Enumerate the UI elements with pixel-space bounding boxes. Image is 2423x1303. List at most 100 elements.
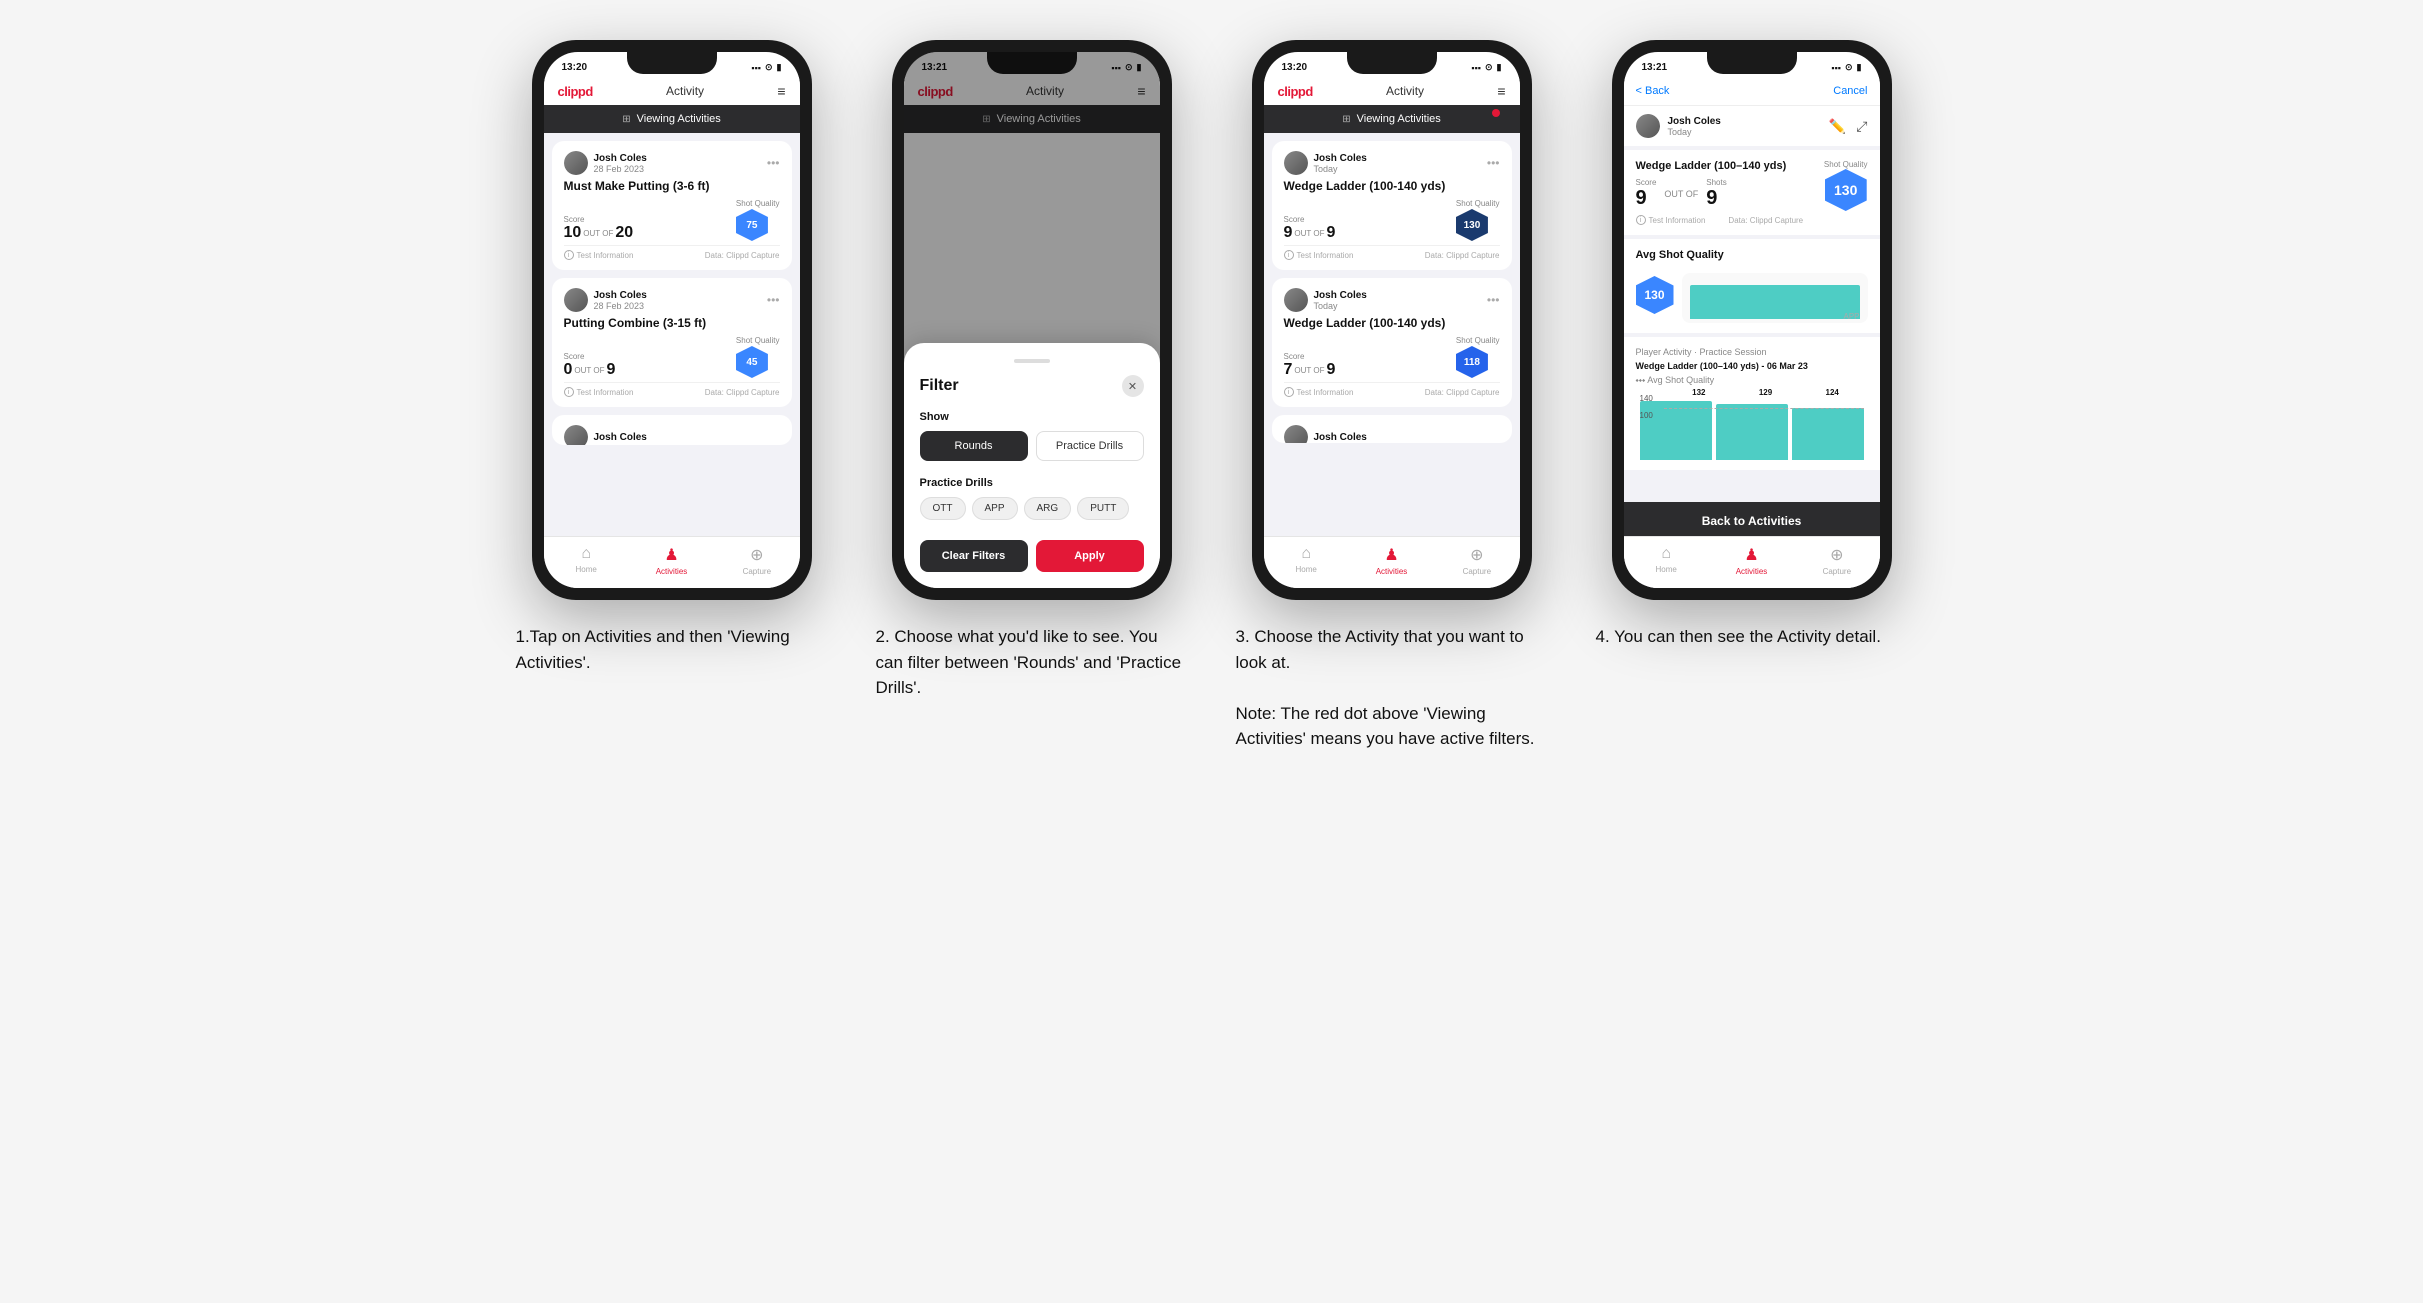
info-icon-1: i (564, 250, 574, 260)
user-info-3p: Josh Coles (564, 425, 647, 445)
shot-quality-3-2: Shot Quality 118 (1456, 336, 1500, 378)
banner-text-3: Viewing Activities (1357, 113, 1441, 125)
nav-home-3[interactable]: ⌂ Home (1264, 545, 1349, 576)
step-caption-4: 4. You can then see the Activity detail. (1592, 624, 1912, 650)
nav-activities-4[interactable]: ♟ Activities (1709, 545, 1794, 576)
modal-btn-row: Clear Filters Apply (920, 540, 1144, 572)
capture-icon-1: ⊕ (750, 545, 763, 565)
back-btn[interactable]: < Back (1636, 85, 1670, 97)
step-caption-1: 1.Tap on Activities and then 'Viewing Ac… (512, 624, 832, 675)
user-details-3-2: Josh Coles Today (1314, 290, 1367, 311)
home-label-4: Home (1655, 565, 1676, 574)
footer-left-3-1: i Test Information (1284, 250, 1354, 260)
expand-icon[interactable]: ⤢ (1856, 118, 1867, 135)
avatar-4 (1636, 114, 1660, 138)
activity-card-3-2[interactable]: Josh Coles Today ••• Wedge Ladder (100-1… (1272, 278, 1512, 407)
user-info-1: Josh Coles 28 Feb 2023 (564, 151, 647, 175)
dots-3-1[interactable]: ••• (1487, 156, 1500, 170)
quality-block: Shot Quality 130 (1824, 160, 1868, 211)
nav-title-3: Activity (1386, 84, 1424, 98)
page-container: 13:20 ▪▪▪ ⊙ ▮ clippd Activity ≡ ⊞ View (512, 40, 1912, 752)
userdate-2: 28 Feb 2023 (594, 301, 647, 311)
chart-label-4: APP (1843, 312, 1859, 321)
avatar-3-1 (1284, 151, 1308, 175)
dots-3-2[interactable]: ••• (1487, 293, 1500, 307)
scroll-3: Josh Coles Today ••• Wedge Ladder (100-1… (1264, 133, 1520, 536)
shots-val-2: 9 (606, 362, 615, 378)
activities-icon-4: ♟ (1744, 545, 1758, 565)
modal-handle (1014, 359, 1050, 363)
score-val-1: 10 (564, 225, 582, 241)
back-to-activities-btn[interactable]: Back to Activities (1624, 502, 1880, 540)
clear-filters-btn[interactable]: Clear Filters (920, 540, 1028, 572)
hex-big-avg: 130 (1636, 276, 1674, 314)
modal-close-btn[interactable]: ✕ (1122, 375, 1144, 397)
filter-tag-row: OTT APP ARG PUTT (920, 497, 1144, 520)
footer-right-3-2: Data: Clippd Capture (1425, 388, 1500, 397)
bar-chart-container: 140 100 132 129 124 (1636, 390, 1868, 460)
phone-2: 13:21 ▪▪▪ ⊙ ▮ clippd Activity ≡ ⊞ Viewin… (892, 40, 1172, 600)
nav-capture-4[interactable]: ⊕ Capture (1794, 545, 1879, 576)
username-3-2: Josh Coles (1314, 290, 1367, 301)
activity-card-2[interactable]: Josh Coles 28 Feb 2023 ••• Putting Combi… (552, 278, 792, 407)
time-3: 13:20 (1282, 62, 1308, 73)
activity-card-3-3p: Josh Coles (1272, 415, 1512, 443)
logo-3: clippd (1278, 84, 1313, 99)
home-label-3: Home (1295, 565, 1316, 574)
tag-app[interactable]: APP (972, 497, 1018, 520)
nav-activities-3[interactable]: ♟ Activities (1349, 545, 1434, 576)
score-col-4: Score 9 (1636, 178, 1657, 210)
session-detail-card: Player Activity · Practice Session Wedge… (1624, 337, 1880, 470)
stat-score-1: Score 10 OUT OF 20 (564, 215, 634, 241)
practice-drills-btn[interactable]: Practice Drills (1036, 431, 1144, 461)
cancel-btn[interactable]: Cancel (1833, 85, 1867, 97)
step-2-col: 13:21 ▪▪▪ ⊙ ▮ clippd Activity ≡ ⊞ Viewin… (872, 40, 1192, 701)
nav-capture-1[interactable]: ⊕ Capture (714, 545, 799, 576)
username-2: Josh Coles (594, 290, 647, 301)
battery-icon-3: ▮ (1497, 62, 1502, 73)
tag-ott[interactable]: OTT (920, 497, 966, 520)
info-icon-3-2: i (1284, 387, 1294, 397)
shot-quality-1: Shot Quality 75 (736, 199, 780, 241)
hex-shape-2: 45 (736, 346, 768, 378)
menu-icon-3[interactable]: ≡ (1497, 83, 1505, 99)
user-info-2: Josh Coles 28 Feb 2023 (564, 288, 647, 312)
score-val-3-1: 9 (1284, 225, 1293, 241)
nav-capture-3[interactable]: ⊕ Capture (1434, 545, 1519, 576)
bar-chart-2 (1716, 404, 1788, 460)
scroll-1: Josh Coles 28 Feb 2023 ••• Must Make Put… (544, 133, 800, 536)
tag-putt[interactable]: PUTT (1077, 497, 1129, 520)
user-details-4: Josh Coles Today (1668, 116, 1721, 137)
hex-3-2: 118 (1456, 346, 1488, 378)
apply-btn[interactable]: Apply (1036, 540, 1144, 572)
card-footer-3-2: i Test Information Data: Clippd Capture (1284, 382, 1500, 397)
red-dot-3 (1492, 109, 1500, 117)
detail-card-title: Wedge Ladder (100–140 yds) (1636, 160, 1787, 172)
dots-1[interactable]: ••• (767, 156, 780, 170)
menu-icon-1[interactable]: ≡ (777, 83, 785, 99)
chart-bars-4 (1682, 273, 1868, 323)
activity-card-3-1[interactable]: Josh Coles Today ••• Wedge Ladder (100-1… (1272, 141, 1512, 270)
viewing-banner-1[interactable]: ⊞ Viewing Activities (544, 105, 800, 133)
username-3-3p: Josh Coles (1314, 432, 1367, 443)
userdate-3-2: Today (1314, 301, 1367, 311)
footer-left-1: i Test Information (564, 250, 634, 260)
shot-quality-3-1: Shot Quality 130 (1456, 199, 1500, 241)
dots-2[interactable]: ••• (767, 293, 780, 307)
logo-1: clippd (558, 84, 593, 99)
edit-icon[interactable]: ✏️ (1829, 118, 1846, 135)
user-info-3-1: Josh Coles Today (1284, 151, 1367, 175)
card-header-3-1: Josh Coles Today ••• (1284, 151, 1500, 175)
nav-activities-1[interactable]: ♟ Activities (629, 545, 714, 576)
nav-home-4[interactable]: ⌂ Home (1624, 545, 1709, 576)
avg-quality-card: Avg Shot Quality 130 APP (1624, 239, 1880, 333)
battery-icon-4: ▮ (1857, 62, 1862, 73)
tag-arg[interactable]: ARG (1024, 497, 1072, 520)
hex-3-1: 130 (1456, 209, 1488, 241)
activity-card-1[interactable]: Josh Coles 28 Feb 2023 ••• Must Make Put… (552, 141, 792, 270)
nav-home-1[interactable]: ⌂ Home (544, 545, 629, 576)
signal-icon-4: ▪▪▪ (1831, 63, 1841, 73)
modal-header: Filter ✕ (920, 375, 1144, 397)
viewing-banner-3[interactable]: ⊞ Viewing Activities (1264, 105, 1520, 133)
rounds-btn[interactable]: Rounds (920, 431, 1028, 461)
